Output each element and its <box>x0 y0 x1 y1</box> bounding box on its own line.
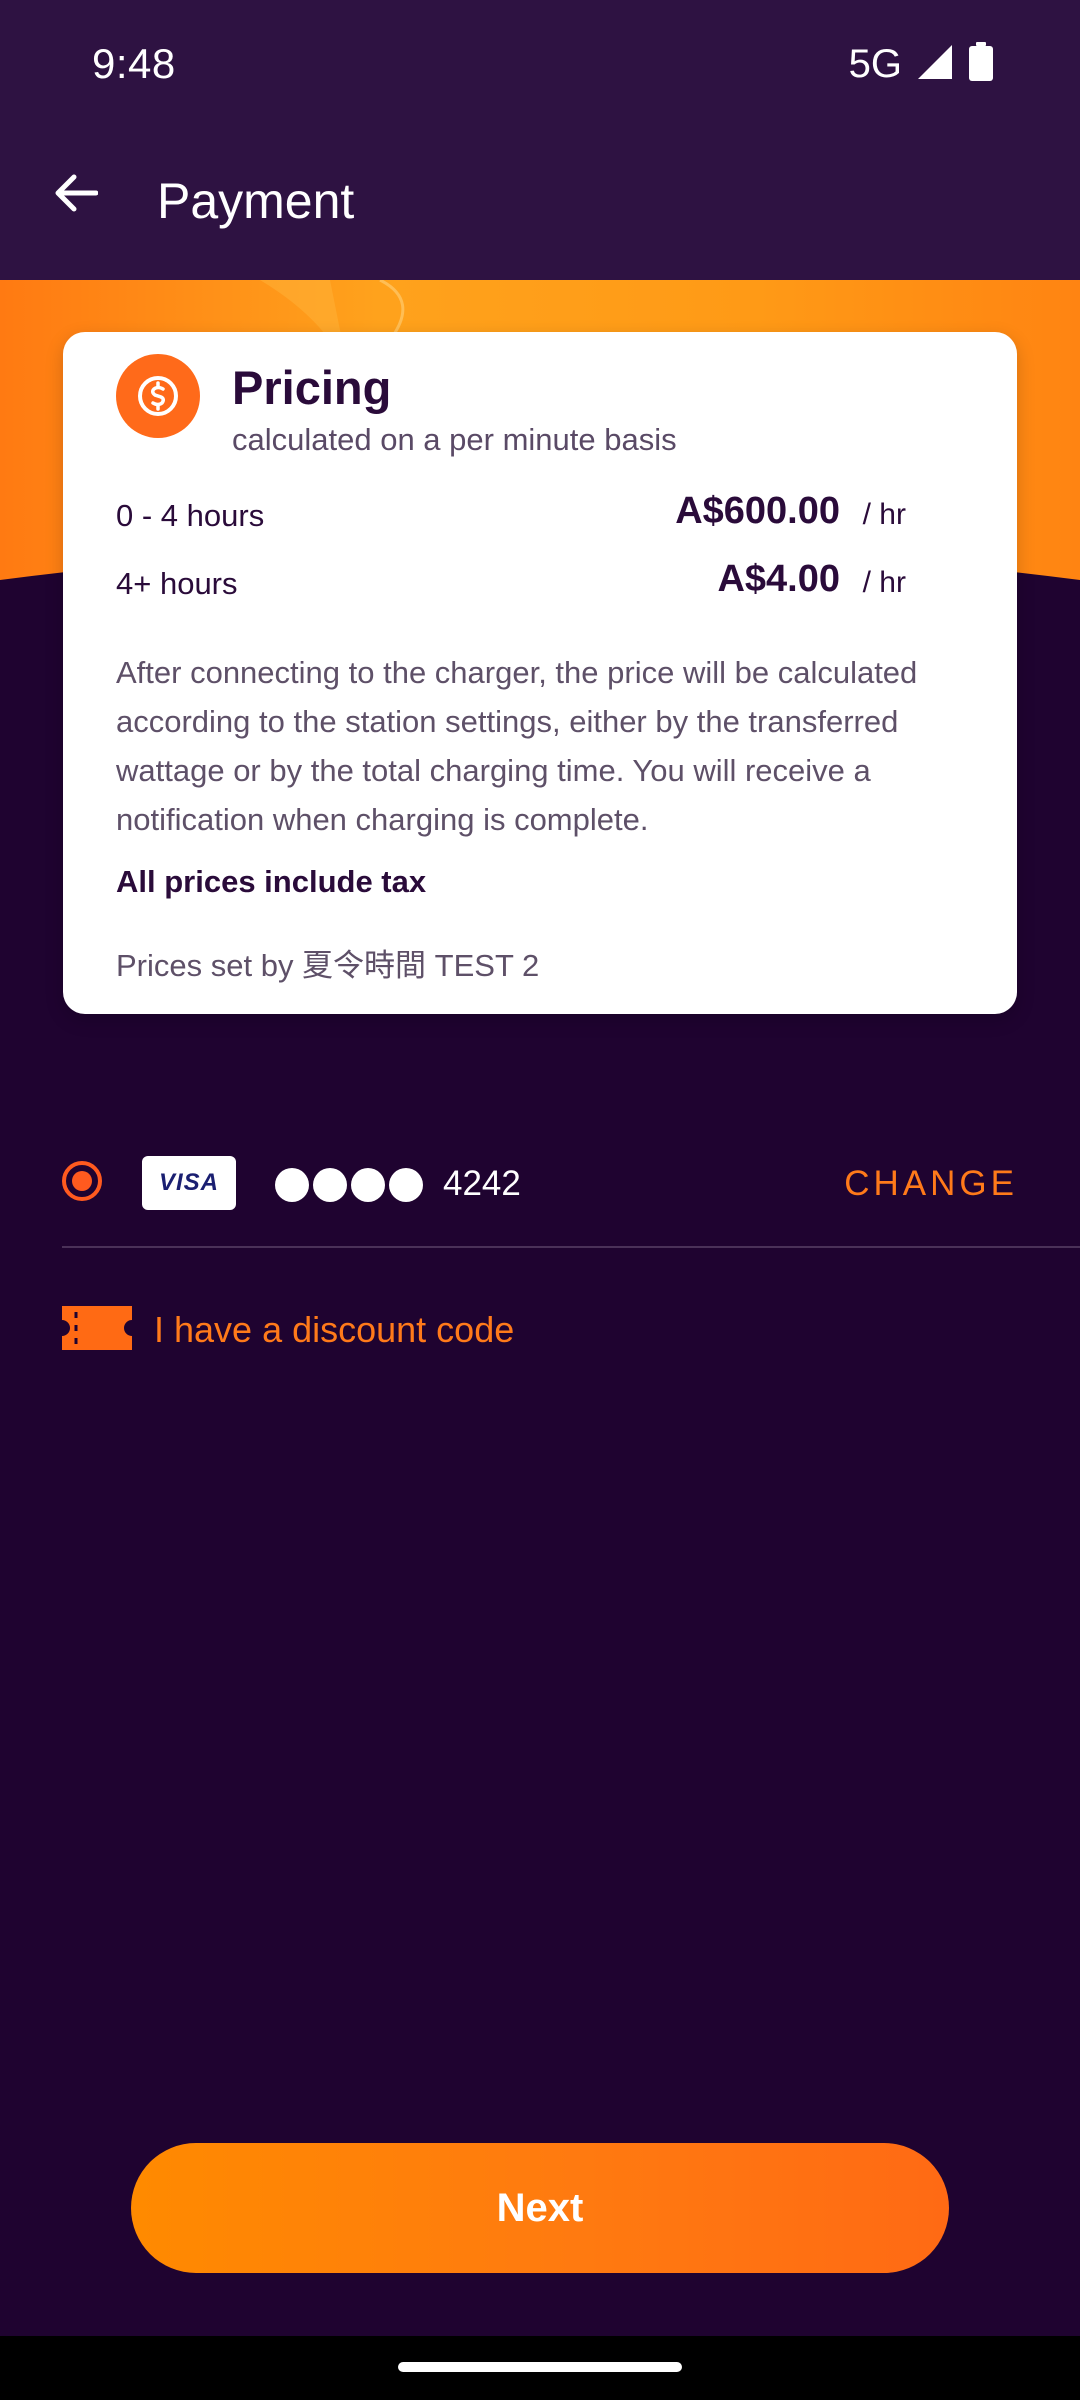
mask-dot <box>275 1168 309 1202</box>
pricing-card: Pricing calculated on a per minute basis… <box>63 332 1017 1014</box>
pricing-subtitle: calculated on a per minute basis <box>232 422 677 457</box>
arrow-left-icon <box>52 173 99 218</box>
price-row-label: 4+ hours <box>116 566 238 601</box>
network-label: 5G <box>848 42 902 86</box>
price-row-amount: A$4.00 <box>717 558 840 600</box>
mask-dot <box>351 1168 385 1202</box>
dollar-coin-icon <box>116 354 200 438</box>
masked-card-number <box>275 1168 423 1202</box>
back-button[interactable] <box>44 164 106 226</box>
status-indicators: 5G <box>849 42 994 87</box>
discount-code-label: I have a discount code <box>154 1309 515 1350</box>
price-row-unit: / hr <box>862 498 906 531</box>
price-row: 4+ hours A$4.00 / hr <box>116 558 906 608</box>
payment-method-row[interactable]: VISA 4242 CHANGE <box>62 1148 1018 1218</box>
change-payment-button[interactable]: CHANGE <box>844 1164 1018 1204</box>
card-brand: VISA <box>158 1169 219 1196</box>
mask-dot <box>313 1168 347 1202</box>
prices-set-by: Prices set by 夏令時間 TEST 2 <box>116 948 540 983</box>
app-bar: Payment <box>0 134 1080 280</box>
signal-icon <box>916 43 954 86</box>
discount-code-link[interactable]: I have a discount code <box>62 1300 514 1360</box>
price-row-label: 0 - 4 hours <box>116 498 265 533</box>
divider <box>62 1246 1080 1248</box>
radio-selected-dot <box>72 1171 92 1191</box>
system-nav-bar <box>0 2336 1080 2400</box>
next-button-label: Next <box>496 2185 584 2230</box>
tax-note: All prices include tax <box>116 864 427 899</box>
visa-card-icon: VISA <box>142 1156 236 1210</box>
payment-method-radio[interactable] <box>62 1161 102 1201</box>
price-row-amount: A$600.00 <box>675 490 840 532</box>
page-title: Payment <box>157 173 355 229</box>
pricing-title: Pricing <box>232 361 392 414</box>
pricing-description: After connecting to the charger, the pri… <box>116 655 918 837</box>
home-indicator[interactable] <box>398 2362 682 2372</box>
price-row: 0 - 4 hours A$600.00 / hr <box>116 490 906 540</box>
next-button[interactable]: Next <box>131 2143 949 2273</box>
status-time: 9:48 <box>92 40 176 87</box>
card-last4: 4242 <box>443 1164 521 1203</box>
price-row-unit: / hr <box>862 566 906 599</box>
status-bar: 9:48 5G <box>0 0 1080 134</box>
battery-icon <box>968 42 994 87</box>
ticket-icon <box>62 1305 132 1355</box>
mask-dot <box>389 1168 423 1202</box>
